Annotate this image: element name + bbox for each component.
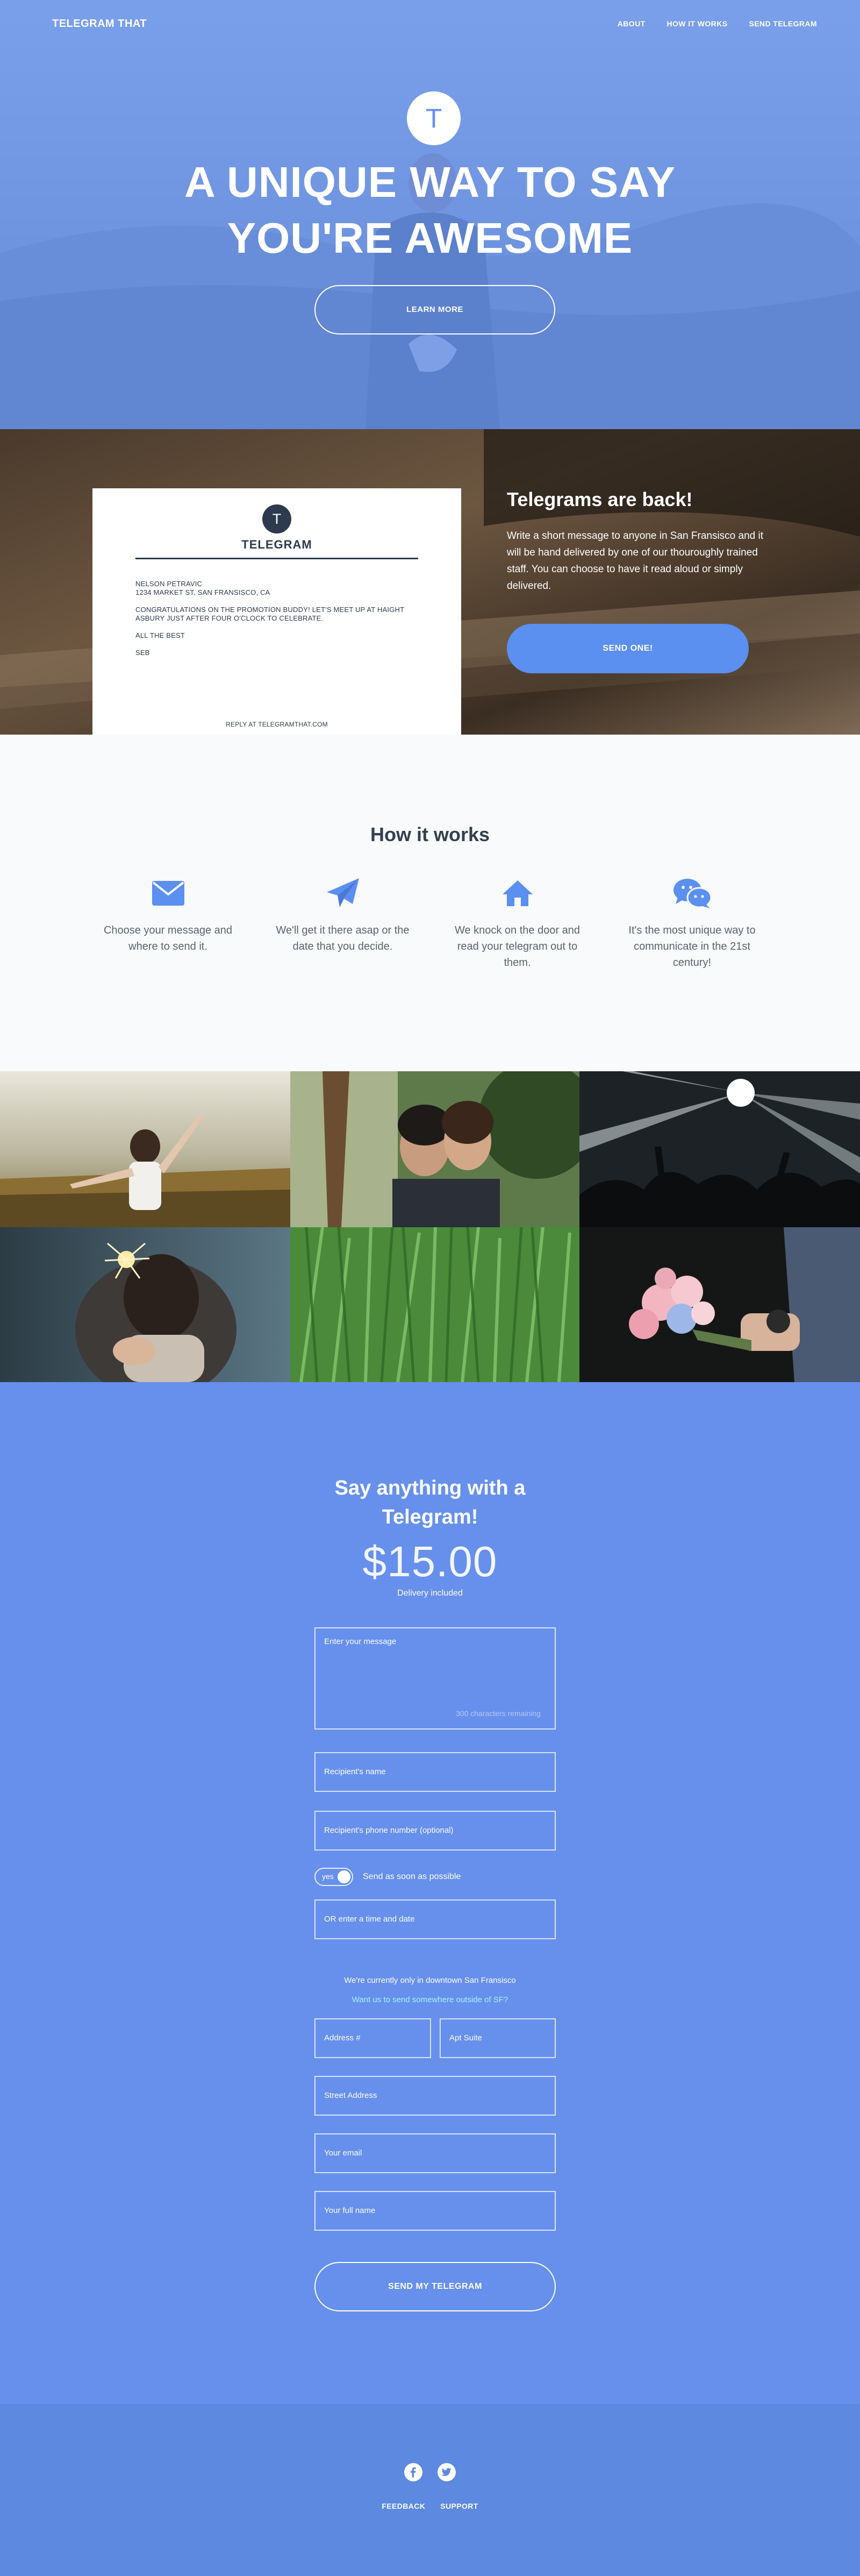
- telegram-sample-card: T TELEGRAM NELSON PETRAVIC 1234 MARKET S…: [92, 488, 461, 735]
- telegram-card-title: TELEGRAM: [241, 538, 312, 551]
- facebook-icon[interactable]: [404, 2463, 422, 2481]
- telegram-card-divider: [135, 558, 418, 559]
- recipient-name-input[interactable]: Recipient's name: [314, 1752, 556, 1792]
- how-it-works-steps: Choose your message and where to send it…: [81, 877, 779, 971]
- price-label: $15.00: [362, 1538, 498, 1585]
- telegram-section-heading: Telegrams are back!: [507, 488, 693, 510]
- service-area-note: We're currently only in downtown San Fra…: [344, 1976, 516, 1985]
- photo-sparkler: [0, 1227, 290, 1382]
- photo-concert-crowd: [579, 1071, 860, 1227]
- step-delivery-date: We'll get it there asap or the date that…: [255, 877, 430, 971]
- twitter-icon[interactable]: [438, 2463, 456, 2481]
- nav-link-how-it-works[interactable]: HOW IT WORKS: [667, 19, 728, 28]
- hero-section: TELEGRAM THAT ABOUT HOW IT WORKS SEND TE…: [0, 0, 860, 429]
- toggle-knob: [338, 1870, 350, 1883]
- hero-logo-badge: T: [407, 91, 461, 145]
- telegram-closing: ALL THE BEST: [135, 631, 185, 639]
- telegram-preview-section: T TELEGRAM NELSON PETRAVIC 1234 MARKET S…: [0, 429, 860, 735]
- step-knock-door: We knock on the door and read your teleg…: [430, 877, 605, 971]
- asap-toggle[interactable]: yes: [314, 1868, 353, 1886]
- how-it-works-section: How it works Choose your message and whe…: [0, 735, 860, 1071]
- send-one-button[interactable]: SEND ONE!: [507, 624, 749, 673]
- character-counter: 300 characters remaining: [456, 1709, 541, 1718]
- photo-green-grass: [290, 1227, 579, 1382]
- telegram-recipient-name: NELSON PETRAVIC: [135, 580, 203, 588]
- step-text: We knock on the door and read your teleg…: [454, 924, 580, 969]
- street-address-input[interactable]: Street Address: [314, 2076, 556, 2116]
- telegram-section-description: Write a short message to anyone in San F…: [507, 530, 764, 592]
- social-links: [0, 2463, 860, 2481]
- telegram-message-text: CONGRATULATIONS ON THE PROMOTION BUDDY! …: [135, 606, 405, 622]
- asap-toggle-row: yes Send as soon as possible: [314, 1866, 461, 1888]
- hero-title-line-1: A UNIQUE WAY TO SAY: [184, 158, 676, 206]
- outside-sf-link[interactable]: Want us to send somewhere outside of SF?: [0, 1995, 860, 2004]
- how-it-works-title: How it works: [370, 823, 490, 845]
- footer-links: FEEDBACK SUPPORT: [0, 2502, 860, 2510]
- asap-toggle-label: Send as soon as possible: [363, 1872, 461, 1881]
- price-note: Delivery included: [397, 1589, 463, 1598]
- top-navigation: TELEGRAM THAT ABOUT HOW IT WORKS SEND TE…: [0, 0, 860, 48]
- email-input[interactable]: Your email: [314, 2133, 556, 2173]
- apt-suite-input[interactable]: Apt Suite: [440, 2018, 556, 2058]
- hero-title: A UNIQUE WAY TO SAY YOU'RE AWESOME: [108, 154, 752, 266]
- step-unique-way: It's the most unique way to communicate …: [605, 877, 779, 971]
- order-form-section: Say anything with a Telegram! $15.00 Del…: [0, 1382, 860, 2404]
- paper-plane-icon: [266, 877, 419, 909]
- nav-links: ABOUT HOW IT WORKS SEND TELEGRAM: [618, 19, 817, 28]
- telegram-reply-line: REPLY AT TELEGRAMTHAT.COM: [226, 721, 328, 728]
- step-text: Choose your message and where to send it…: [103, 924, 233, 952]
- brand-logo-text[interactable]: TELEGRAM THAT: [52, 18, 147, 30]
- telegram-recipient-address: 1234 MARKET ST, SAN FRANSISCO, CA: [135, 588, 270, 596]
- house-icon: [441, 877, 594, 909]
- address-number-input[interactable]: Address #: [314, 2018, 431, 2058]
- telegram-card-logo: T: [262, 504, 291, 533]
- footer-link-support[interactable]: SUPPORT: [440, 2502, 478, 2510]
- learn-more-button[interactable]: LEARN MORE: [314, 285, 555, 335]
- message-placeholder: Enter your message: [324, 1637, 397, 1646]
- form-title: Say anything with a Telegram!: [334, 1477, 526, 1528]
- telegram-signature: SEB: [135, 649, 150, 657]
- photo-gallery: [0, 1071, 860, 1382]
- nav-link-send-telegram[interactable]: SEND TELEGRAM: [749, 19, 817, 28]
- step-text: It's the most unique way to communicate …: [628, 924, 756, 969]
- recipient-phone-input[interactable]: Recipient's phone number (optional): [314, 1811, 556, 1851]
- chat-bubbles-icon: [615, 877, 769, 909]
- photo-girl-field: [0, 1071, 290, 1227]
- envelope-icon: [91, 877, 245, 909]
- telegram-card-body: NELSON PETRAVIC 1234 MARKET ST, SAN FRAN…: [135, 580, 418, 666]
- photo-couple-smiling: [290, 1071, 579, 1227]
- step-choose-message: Choose your message and where to send it…: [81, 877, 255, 971]
- send-my-telegram-button[interactable]: SEND MY TELEGRAM: [314, 2262, 556, 2311]
- footer-link-feedback[interactable]: FEEDBACK: [382, 2502, 425, 2510]
- hero-title-line-2: YOU'RE AWESOME: [227, 214, 633, 262]
- photo-flower-bouquet: [579, 1227, 860, 1382]
- toggle-state-text: yes: [322, 1872, 334, 1881]
- message-textarea[interactable]: Enter your message 300 characters remain…: [314, 1627, 556, 1730]
- step-text: We'll get it there asap or the date that…: [276, 924, 410, 952]
- full-name-input[interactable]: Your full name: [314, 2191, 556, 2231]
- date-time-input[interactable]: OR enter a time and date: [314, 1899, 556, 1939]
- footer: FEEDBACK SUPPORT: [0, 2404, 860, 2576]
- nav-link-about[interactable]: ABOUT: [618, 19, 646, 28]
